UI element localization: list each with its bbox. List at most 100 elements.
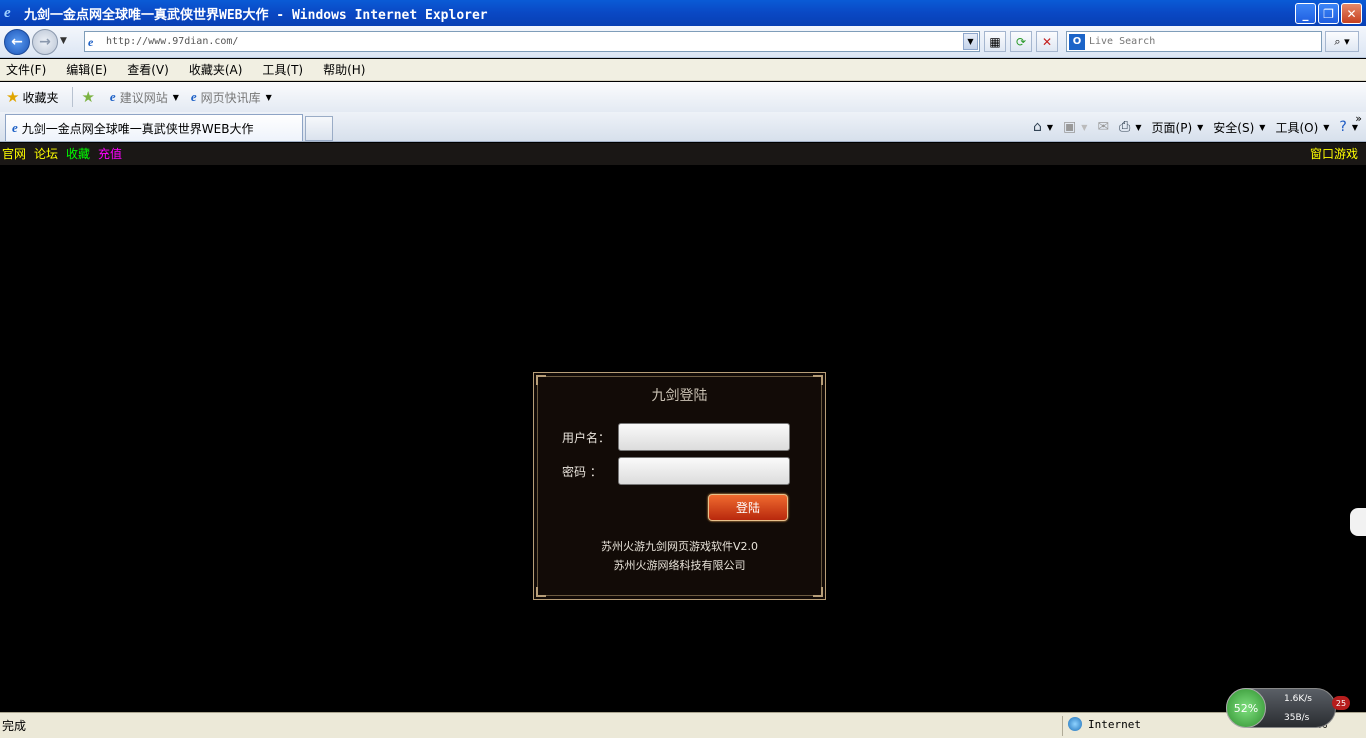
menu-file[interactable]: 文件(F) <box>4 61 48 78</box>
download-speed: 1.6K/s <box>1284 694 1312 704</box>
add-favorite-icon: ★ <box>81 88 95 106</box>
chevron-down-icon: ▼ <box>1046 122 1054 132</box>
web-slice-gallery-link[interactable]: e 网页快讯库 ▼ <box>191 89 272 106</box>
frame-corner <box>536 375 546 385</box>
help-icon: ? <box>1339 119 1347 135</box>
safety-menu[interactable]: 安全(S) ▼ <box>1213 119 1265 136</box>
home-button[interactable]: ⌂ ▼ <box>1033 119 1053 135</box>
stop-icon[interactable]: ✕ <box>1036 31 1058 52</box>
ie-page-icon: e <box>12 120 18 135</box>
status-bar: 完成 Internet 100% <box>0 712 1366 738</box>
close-button[interactable]: ✕ <box>1341 3 1362 24</box>
username-label: 用户名： <box>562 431 611 445</box>
login-footer-company: 苏州火游网络科技有限公司 <box>613 559 746 572</box>
favorites-label: 收藏夹 <box>22 90 59 105</box>
address-bar[interactable]: e http://www.97dian.com/ ▼ <box>84 31 980 52</box>
menu-view[interactable]: 查看(V) <box>125 61 171 78</box>
search-box[interactable]: O <box>1066 31 1322 52</box>
tools-menu-label: 工具(O) <box>1275 120 1319 135</box>
menu-help[interactable]: 帮助(H) <box>321 61 367 78</box>
frame-corner <box>536 587 546 597</box>
link-forum[interactable]: 论坛 <box>34 145 58 162</box>
link-window-game[interactable]: 窗口游戏 <box>1310 145 1358 162</box>
refresh-icon[interactable]: ⟳ <box>1010 31 1032 52</box>
add-favorite-button[interactable]: ★ <box>81 88 97 106</box>
new-tab-button[interactable] <box>305 116 333 141</box>
window-title: 九剑一金点网全球唯一真武侠世界WEB大作 - Windows Internet … <box>24 7 488 23</box>
search-input[interactable] <box>1089 36 1309 47</box>
chevron-down-icon: ▼ <box>1323 122 1330 132</box>
upload-speed: 35B/s <box>1284 713 1310 723</box>
login-button[interactable]: 登陆 <box>708 494 788 521</box>
minimize-button[interactable]: _ <box>1295 3 1316 24</box>
status-text: 完成 <box>2 719 27 733</box>
frame-corner <box>813 587 823 597</box>
suggested-sites-label: 建议网站 <box>119 90 168 105</box>
login-panel: 九剑登陆 用户名： 密码 ： 登陆 苏州火游九剑网页游戏软件V2.0 苏州火游网… <box>533 372 826 600</box>
username-field[interactable] <box>618 423 790 451</box>
notification-badge: 25 <box>1332 696 1350 710</box>
address-toolbar: ← → ▼ e http://www.97dian.com/ ▼ ▦ ⟳ ✕ O… <box>0 26 1366 58</box>
more-commands-icon[interactable]: » <box>1355 112 1362 125</box>
chevron-down-icon: ▼ <box>172 92 179 102</box>
chevron-down-icon: ▼ <box>1081 122 1088 132</box>
security-zone[interactable]: Internet <box>1068 717 1141 731</box>
menu-favorites[interactable]: 收藏夹(A) <box>187 61 245 78</box>
maximize-button[interactable]: ❐ <box>1318 3 1339 24</box>
home-icon: ⌂ <box>1033 119 1042 135</box>
back-button[interactable]: ← <box>4 29 30 55</box>
print-button[interactable]: ⎙ ▼ <box>1119 119 1141 135</box>
chevron-down-icon: ▼ <box>1135 122 1142 132</box>
page-menu[interactable]: 页面(P) ▼ <box>1152 119 1204 136</box>
tab-label: 九剑一金点网全球唯一真武侠世界WEB大作 <box>21 121 254 136</box>
login-title: 九剑登陆 <box>651 388 708 404</box>
side-float-widget[interactable] <box>1350 508 1366 536</box>
compatibility-view-icon[interactable]: ▦ <box>984 31 1006 52</box>
link-official-site[interactable]: 官网 <box>2 145 26 162</box>
menu-bar: 文件(F) 编辑(E) 查看(V) 收藏夹(A) 工具(T) 帮助(H) <box>0 59 1366 81</box>
tools-menu[interactable]: 工具(O) ▼ <box>1275 119 1329 136</box>
chevron-down-icon: ▼ <box>265 92 272 102</box>
password-label: 密码 ： <box>562 465 602 479</box>
memory-percent: 52% <box>1226 688 1266 728</box>
chevron-down-icon: ▼ <box>1259 122 1266 132</box>
web-slice-gallery-label: 网页快讯库 <box>200 90 261 105</box>
login-footer-software: 苏州火游九剑网页游戏软件V2.0 <box>600 540 759 553</box>
ie-icon: e <box>4 5 11 21</box>
favorites-button[interactable]: ★ 收藏夹 <box>6 88 58 106</box>
zone-label: Internet <box>1088 717 1141 731</box>
title-bar: e 九剑一金点网全球唯一真武侠世界WEB大作 - Windows Interne… <box>0 0 1366 26</box>
password-field[interactable] <box>618 457 790 485</box>
game-top-bar: 官网 论坛 收藏 充值 窗口游戏 <box>0 143 1366 165</box>
mail-icon: ✉ <box>1097 119 1110 135</box>
live-search-icon: O <box>1069 33 1085 50</box>
tab-bar: e 九剑一金点网全球唯一真武侠世界WEB大作 ⌂ ▼ ▣ ▼ ✉ ⎙ ▼ 页面(P) ▼… <box>0 112 1366 142</box>
menu-tools[interactable]: 工具(T) <box>260 61 305 78</box>
favorites-bar: ★ 收藏夹 ★ e 建议网站 ▼ e 网页快讯库 ▼ <box>0 82 1366 112</box>
frame-corner <box>813 375 823 385</box>
search-button[interactable]: ⌕ ▾ <box>1325 31 1359 52</box>
globe-icon <box>1068 717 1082 731</box>
url-text[interactable]: http://www.97dian.com/ <box>106 36 238 47</box>
rss-icon: ▣ <box>1063 119 1077 135</box>
link-bookmark[interactable]: 收藏 <box>66 145 90 162</box>
print-icon: ⎙ <box>1119 119 1131 135</box>
command-bar: ⌂ ▼ ▣ ▼ ✉ ⎙ ▼ 页面(P) ▼ 安全(S) ▼ 工具(O) ▼ ? ▼ <box>1023 116 1358 138</box>
address-dropdown-icon[interactable]: ▼ <box>963 33 978 50</box>
forward-button[interactable]: → <box>32 29 58 55</box>
page-icon: e <box>88 34 94 49</box>
tab-active[interactable]: e 九剑一金点网全球唯一真武侠世界WEB大作 <box>5 114 303 141</box>
mail-button[interactable]: ✉ <box>1097 119 1109 135</box>
window-controls: _ ❐ ✕ <box>1295 3 1362 24</box>
menu-edit[interactable]: 编辑(E) <box>64 61 109 78</box>
divider <box>1062 716 1063 736</box>
ie-page-icon: e <box>109 89 116 104</box>
chevron-down-icon: ▼ <box>1197 122 1204 132</box>
feeds-button[interactable]: ▣ ▼ <box>1063 119 1087 135</box>
ie-page-icon: e <box>190 89 197 104</box>
link-recharge[interactable]: 充值 <box>98 145 122 162</box>
safety-menu-label: 安全(S) <box>1213 120 1255 135</box>
divider <box>72 87 74 107</box>
history-dropdown-icon[interactable]: ▼ <box>60 36 67 46</box>
suggested-sites-link[interactable]: e 建议网站 ▼ <box>110 89 179 106</box>
